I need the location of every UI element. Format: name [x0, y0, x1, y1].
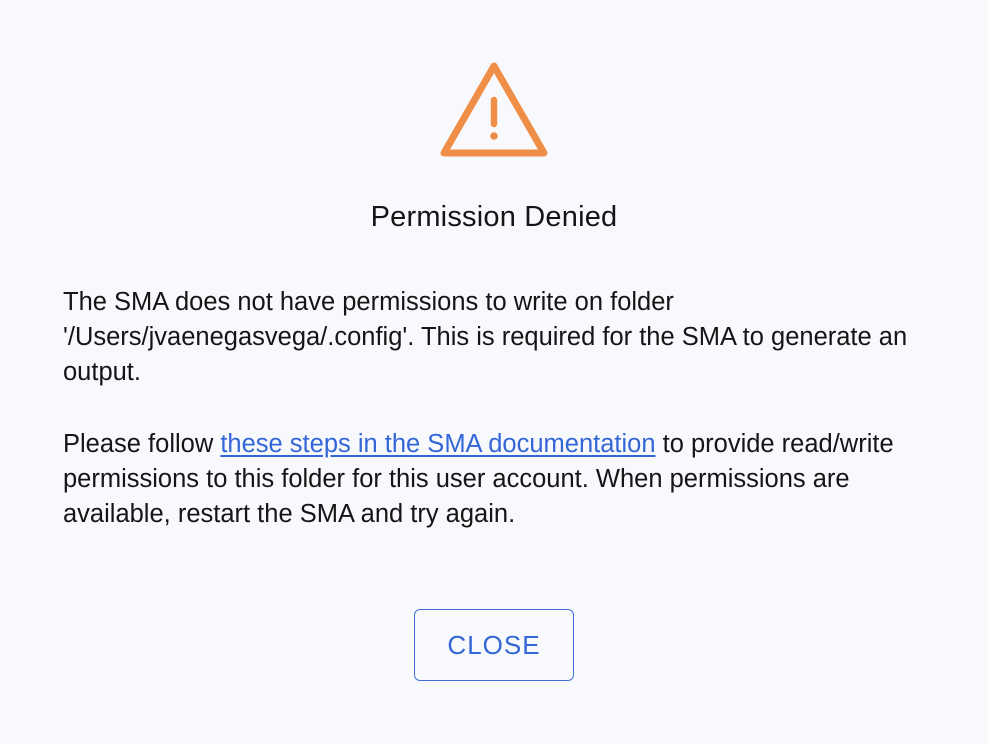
dialog-title: Permission Denied: [370, 201, 618, 233]
instructions-message: Please follow these steps in the SMA doc…: [63, 427, 923, 532]
permission-dialog: Permission Denied The SMA does not have …: [0, 0, 988, 744]
permission-message: The SMA does not have permissions to wri…: [63, 288, 908, 386]
exclamation-dot: [490, 132, 498, 140]
close-button[interactable]: CLOSE: [414, 609, 574, 681]
warning-triangle-icon: [440, 62, 548, 157]
documentation-link[interactable]: these steps in the SMA documentation: [220, 430, 655, 458]
instructions-text-before-link: Please follow: [63, 430, 221, 458]
